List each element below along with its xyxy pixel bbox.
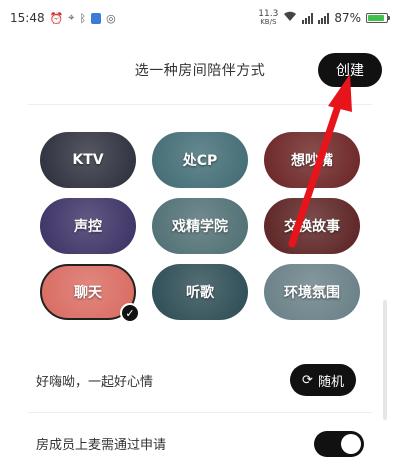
header: 选一种房间陪伴方式 创建 <box>0 52 400 92</box>
battery-icon <box>366 13 390 23</box>
scrollbar[interactable] <box>383 300 387 420</box>
header-divider <box>28 104 372 105</box>
mood-text: 好嗨呦，一起好心情 <box>36 375 154 390</box>
approval-label: 房成员上麦需通过申请 <box>36 438 167 453</box>
room-type-label: 环境氛围 <box>284 285 340 301</box>
status-bar: 15:48 ⏰ ⌖ ᛒ ◎ 11.3 KB/S 87% <box>0 0 400 36</box>
toggle-knob <box>341 434 361 454</box>
room-type-label: 交换故事 <box>284 219 340 235</box>
qq-icon: ◎ <box>106 11 116 25</box>
battery-fill <box>368 15 384 21</box>
battery-percent: 87% <box>334 11 361 25</box>
room-type-label: KTV <box>72 152 104 168</box>
room-type-label: 戏精学院 <box>172 219 228 235</box>
room-type-voice[interactable]: 声控 <box>40 198 136 254</box>
room-type-story[interactable]: 交换故事 <box>264 198 360 254</box>
selected-check-icon: ✓ <box>120 303 140 323</box>
room-type-ktv[interactable]: KTV <box>40 132 136 188</box>
refresh-icon: ⟳ <box>302 372 313 388</box>
room-type-label: 聊天 <box>74 285 102 301</box>
status-time: 15:48 <box>10 11 45 25</box>
signal-2-icon <box>318 12 330 24</box>
room-type-drama[interactable]: 戏精学院 <box>152 198 248 254</box>
room-type-music[interactable]: 听歌 <box>152 264 248 320</box>
room-type-ambience[interactable]: 环境氛围 <box>264 264 360 320</box>
random-button[interactable]: ⟳ 随机 <box>290 364 356 396</box>
room-type-label: 听歌 <box>186 285 214 301</box>
bluetooth-icon: ᛒ <box>79 11 87 25</box>
status-right: 11.3 KB/S 87% <box>258 10 390 26</box>
room-type-argue[interactable]: 想吵嘴 <box>264 132 360 188</box>
wifi-icon <box>283 11 297 25</box>
signal-1-icon <box>302 12 314 24</box>
room-type-label: 想吵嘴 <box>291 153 333 169</box>
network-speed: 11.3 KB/S <box>258 10 278 26</box>
room-type-label: 处CP <box>182 153 218 169</box>
random-label: 随机 <box>317 374 344 390</box>
approval-toggle[interactable] <box>314 431 364 457</box>
create-button[interactable]: 创建 <box>318 53 382 87</box>
settings-divider <box>28 412 372 413</box>
status-left: 15:48 ⏰ ⌖ ᛒ ◎ <box>10 11 116 25</box>
app-notification-icon <box>91 12 102 24</box>
alarm-icon: ⏰ <box>49 11 64 25</box>
network-speed-unit: KB/S <box>260 18 277 26</box>
room-type-cp[interactable]: 处CP <box>152 132 248 188</box>
location-icon: ⌖ <box>68 11 75 24</box>
room-type-label: 声控 <box>74 219 102 235</box>
